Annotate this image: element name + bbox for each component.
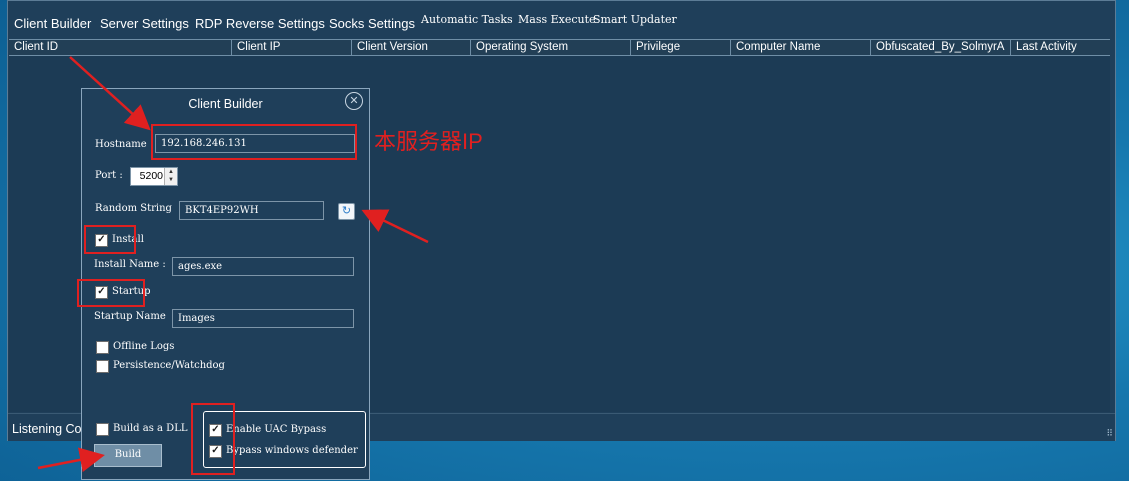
annotation-arrows <box>37 56 429 473</box>
arrow-to-build <box>37 447 105 473</box>
arrow-to-hostname <box>69 56 151 131</box>
arrow-to-refresh <box>361 209 429 244</box>
